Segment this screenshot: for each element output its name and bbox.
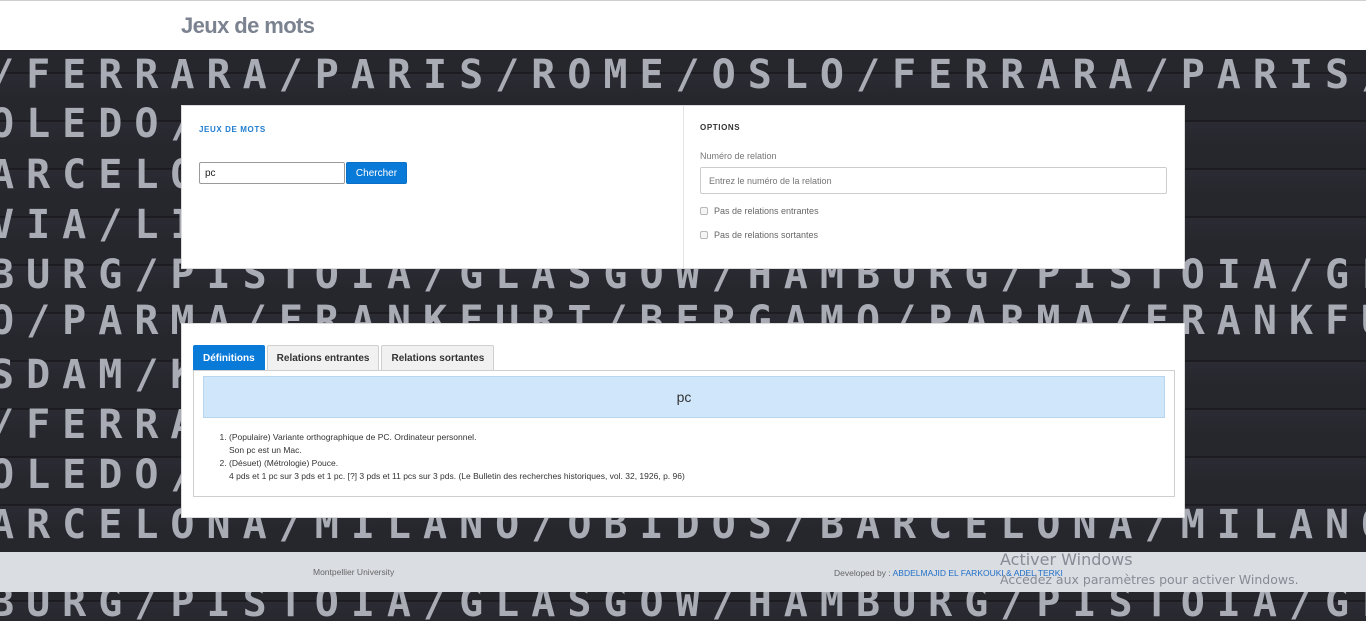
definition-example: 4 pds et 1 pc sur 3 pds et 1 pc. [?] 3 p… [229,471,685,481]
searched-word-banner: pc [203,376,1165,418]
search-button[interactable]: Chercher [346,162,407,184]
tab-definitions[interactable]: Définitions [193,345,265,370]
panel-divider [683,106,684,268]
definition-item: (Désuet) (Métrologie) Pouce. 4 pds et 1 … [229,457,685,483]
no-incoming-relations-option[interactable]: Pas de relations entrantes [700,206,819,216]
search-panel: JEUX DE MOTS Chercher OPTIONS Numéro de … [181,105,1185,269]
search-input[interactable] [199,162,345,184]
footer-developed-by: Developed by : [834,568,891,578]
definition-item: (Populaire) Variante orthographique de P… [229,431,685,457]
relation-number-label: Numéro de relation [700,151,777,161]
top-navbar: Jeux de mots [0,0,1366,50]
windows-activation-watermark: Activer Windows Accédez aux paramètres p… [1000,550,1299,587]
no-incoming-relations-label: Pas de relations entrantes [714,206,819,216]
definition-text: (Populaire) Variante orthographique de P… [229,432,477,442]
site-title[interactable]: Jeux de mots [181,13,315,39]
watermark-title: Activer Windows [1000,550,1133,569]
no-incoming-relations-checkbox[interactable] [700,207,708,215]
definitions-list: (Populaire) Variante orthographique de P… [219,431,685,483]
tab-outgoing-relations[interactable]: Relations sortantes [381,345,495,370]
no-outgoing-relations-option[interactable]: Pas de relations sortantes [700,230,818,240]
result-tabs: Définitions Relations entrantes Relation… [193,345,496,370]
definitions-tab-content: pc (Populaire) Variante orthographique d… [193,370,1175,497]
tab-incoming-relations[interactable]: Relations entrantes [266,345,380,370]
relation-number-input[interactable] [700,167,1167,194]
no-outgoing-relations-label: Pas de relations sortantes [714,230,819,240]
no-outgoing-relations-checkbox[interactable] [700,231,708,239]
board-row: /FERRARA/PARIS/ROME/OSLO/FERRARA/PARIS/R… [0,52,1366,98]
results-panel: Définitions Relations entrantes Relation… [181,323,1185,518]
search-section-title: JEUX DE MOTS [199,125,266,134]
options-section-title: OPTIONS [700,123,741,132]
definition-text: (Désuet) (Métrologie) Pouce. [229,458,339,468]
footer-university: Montpellier University [313,567,395,577]
definition-example: Son pc est un Mac. [229,445,302,455]
watermark-subtitle: Accédez aux paramètres pour activer Wind… [1000,572,1299,587]
